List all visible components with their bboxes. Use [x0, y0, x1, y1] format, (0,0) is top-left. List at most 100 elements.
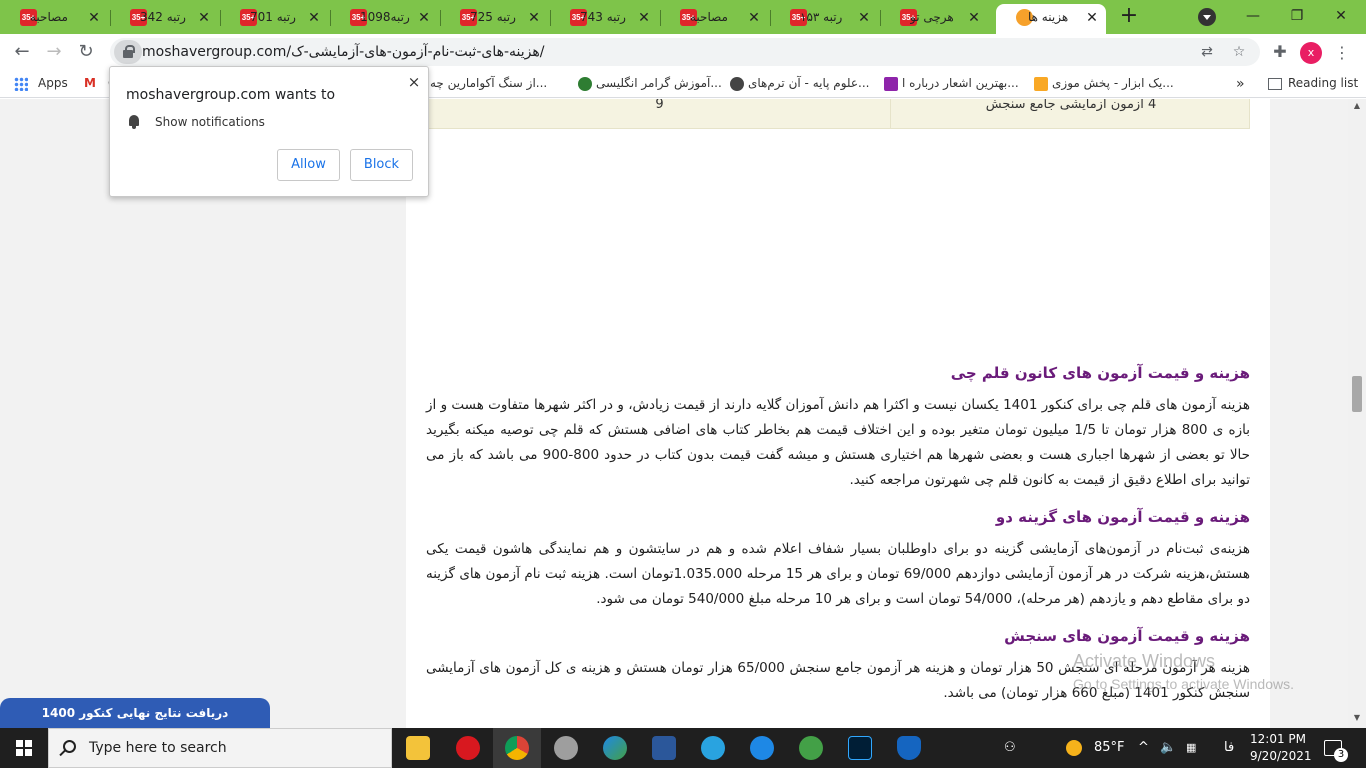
- taskbar-app-telegram[interactable]: [689, 728, 737, 768]
- bookmark-item[interactable]: علوم پایه - آن ترم‌های...: [726, 76, 870, 91]
- apps-grid-icon[interactable]: [14, 77, 28, 91]
- bell-icon: [128, 115, 140, 129]
- tab[interactable]: +35 مصاحبه ✕: [660, 4, 768, 32]
- page-scrollbar[interactable]: ▲ ▼: [1348, 99, 1366, 728]
- bookmark-item[interactable]: بهترین اشعار درباره ا...: [880, 76, 1019, 91]
- address-bar[interactable]: moshavergroup.com/هزینه-های-ثبت-نام-آزمو…: [110, 38, 1260, 66]
- back-arrow-icon[interactable]: ←: [10, 40, 34, 64]
- weather-temperature[interactable]: 85°F: [1094, 728, 1125, 768]
- close-icon[interactable]: ✕: [196, 10, 212, 26]
- tab-strip: +35 مصاحبه ✕ +35 رتبه 342 ✕ +35 رتبه 701…: [0, 0, 1366, 34]
- people-icon[interactable]: ⚇: [1004, 728, 1016, 768]
- notification-count-badge: 3: [1334, 748, 1348, 762]
- section-heading: هزینه و قیمت آزمون های گزینه دو: [995, 508, 1250, 526]
- extensions-icon[interactable]: ✚: [1268, 40, 1292, 64]
- allow-button[interactable]: Allow: [277, 149, 340, 181]
- bookmarks-overflow-icon[interactable]: »: [1236, 76, 1245, 92]
- scroll-up-arrow-icon[interactable]: ▲: [1348, 99, 1366, 113]
- photoshop-icon: [848, 736, 872, 760]
- taskbar-app-file-explorer[interactable]: [394, 728, 442, 768]
- site-favicon-icon: [1034, 76, 1048, 91]
- opera-icon: [456, 736, 480, 760]
- weather-sun-icon[interactable]: [1066, 728, 1082, 768]
- bookmark-item[interactable]: یک ابزار - پخش موزی...: [1030, 76, 1174, 91]
- volume-icon[interactable]: 🔈: [1160, 728, 1176, 768]
- tab[interactable]: +35 رتبه 701 ✕: [220, 4, 328, 32]
- tab-title: مصاحبه: [690, 10, 728, 24]
- block-button[interactable]: Block: [350, 149, 413, 181]
- close-icon[interactable]: ✕: [526, 10, 542, 26]
- reading-list-button[interactable]: Reading list: [1268, 76, 1358, 90]
- minimize-button[interactable]: —: [1238, 4, 1268, 28]
- url-text[interactable]: moshavergroup.com/هزینه-های-ثبت-نام-آزمو…: [142, 44, 544, 60]
- scroll-down-arrow-icon[interactable]: ▼: [1348, 711, 1366, 725]
- close-icon[interactable]: ✕: [636, 10, 652, 26]
- taskbar-app-globe[interactable]: [787, 728, 835, 768]
- popup-title: moshavergroup.com wants to: [126, 87, 336, 103]
- tab[interactable]: +35 رتبه ۱۵۳ ✕: [770, 4, 878, 32]
- close-icon[interactable]: ✕: [86, 10, 102, 26]
- tab[interactable]: +35 رتبه 342 ✕: [110, 4, 218, 32]
- taskbar-app-word[interactable]: [640, 728, 688, 768]
- profile-avatar[interactable]: x: [1300, 42, 1322, 64]
- close-icon[interactable]: ✕: [306, 10, 322, 26]
- language-indicator[interactable]: فا: [1224, 728, 1234, 768]
- close-icon[interactable]: ✕: [1084, 10, 1100, 26]
- bookmark-apps[interactable]: Apps: [38, 76, 68, 90]
- close-icon[interactable]: ✕: [966, 10, 982, 26]
- start-button[interactable]: [0, 728, 48, 768]
- table-row: 9 4 آزمون آزمایشی جامع سنجش: [428, 99, 1250, 129]
- close-icon[interactable]: ✕: [746, 10, 762, 26]
- maximize-button[interactable]: ❐: [1282, 4, 1312, 28]
- gmail-icon[interactable]: M: [84, 76, 96, 90]
- close-window-button[interactable]: ✕: [1326, 4, 1356, 28]
- tab-title: هرچی تو: [910, 10, 954, 24]
- bookmark-item[interactable]: آموزش گرامر انگلیسی...: [574, 76, 722, 91]
- tab-search-icon[interactable]: [1198, 8, 1216, 26]
- taskbar-app-edge[interactable]: [591, 728, 639, 768]
- close-icon[interactable]: ✕: [856, 10, 872, 26]
- taskbar-app-shield[interactable]: [885, 728, 933, 768]
- permission-label: Show notifications: [155, 115, 265, 129]
- site-favicon-icon: [884, 76, 898, 91]
- section-paragraph: هزینه آزمون های قلم چی برای کنکور 1401 ی…: [426, 397, 1251, 488]
- tab[interactable]: +35 رتبه1098 ✕: [330, 4, 438, 32]
- taskbar-app-chrome[interactable]: [493, 728, 541, 768]
- bookmark-item[interactable]: از سنگ آکوامارین چه...: [430, 76, 547, 90]
- tab-active[interactable]: هزینه ها ✕: [996, 4, 1106, 34]
- keyboard-icon[interactable]: ▦: [1186, 728, 1196, 768]
- scroll-thumb[interactable]: [1352, 376, 1362, 412]
- tab[interactable]: +35 رتبه 725 ✕: [440, 4, 548, 32]
- new-tab-button[interactable]: +: [1118, 5, 1140, 28]
- file-explorer-icon: [406, 736, 430, 760]
- edge-icon: [603, 736, 627, 760]
- taskbar-app-opera[interactable]: [444, 728, 492, 768]
- telegram-icon: [701, 736, 725, 760]
- translate-icon[interactable]: ⇄: [1198, 43, 1216, 61]
- section-paragraph: هزینه‌ی ثبت‌نام در آزمون‌های آزمایشی گزی…: [426, 541, 1251, 607]
- lock-icon[interactable]: [114, 40, 142, 64]
- close-icon[interactable]: ×: [406, 74, 422, 90]
- bookmark-star-icon[interactable]: ☆: [1230, 43, 1248, 61]
- reading-list-icon: [1268, 77, 1282, 90]
- sync-icon: [750, 736, 774, 760]
- tab[interactable]: +35 مصاحبه ✕: [0, 4, 108, 32]
- reload-icon[interactable]: ↻: [74, 40, 98, 64]
- globe-icon: [730, 76, 744, 91]
- close-icon[interactable]: ✕: [416, 10, 432, 26]
- tab-title: رتبه 743: [580, 10, 626, 24]
- windows-taskbar: Type here to search ⚇ 85°F ^ 🔈 ▦ فا 12:0…: [0, 728, 1366, 768]
- forward-arrow-icon[interactable]: →: [42, 40, 66, 64]
- taskbar-clock[interactable]: 12:01 PM 9/20/2021: [1250, 731, 1312, 765]
- tab[interactable]: +35 رتبه 743 ✕: [550, 4, 658, 32]
- taskbar-app-photoshop[interactable]: [836, 728, 884, 768]
- taskbar-app-paint[interactable]: [542, 728, 590, 768]
- tab-title: رتبه1098: [360, 10, 410, 24]
- taskbar-app-sync[interactable]: [738, 728, 786, 768]
- taskbar-search[interactable]: Type here to search: [48, 728, 392, 768]
- table-cell: 4 آزمون آزمایشی جامع سنجش: [985, 99, 1157, 112]
- chevron-up-icon[interactable]: ^: [1138, 728, 1149, 768]
- menu-dots-icon[interactable]: ⋮: [1334, 42, 1350, 64]
- results-banner[interactable]: دریافت نتایج نهایی کنکور 1400: [0, 698, 270, 728]
- tab[interactable]: +35 هرچی تو ✕: [880, 4, 988, 32]
